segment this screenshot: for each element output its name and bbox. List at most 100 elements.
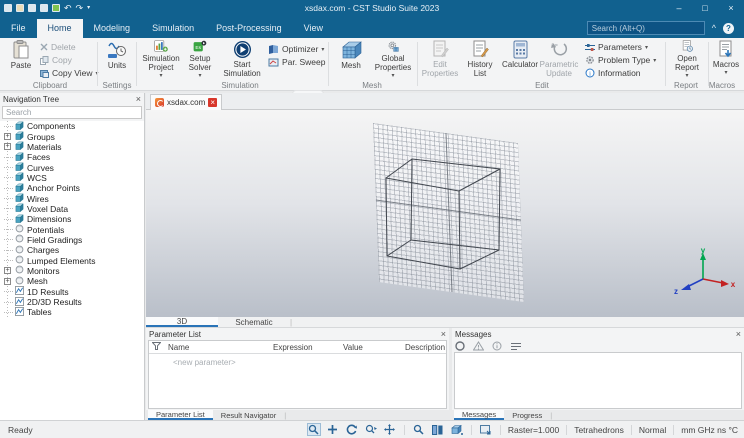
tab-parameter-list[interactable]: Parameter List	[148, 410, 213, 420]
start-simulation-button[interactable]: Start Simulation	[220, 40, 264, 80]
tree-item-tables[interactable]: Tables	[0, 306, 144, 317]
expand-icon[interactable]: +	[4, 133, 11, 141]
pan-icon[interactable]	[326, 423, 340, 436]
setup-solver-button[interactable]: Es Setup Solver ▾	[182, 40, 218, 80]
screenshot-icon[interactable]	[479, 423, 493, 436]
optimizer-button[interactable]: Optimizer ▾	[268, 43, 324, 55]
tree-item-mesh[interactable]: + Mesh	[0, 276, 144, 286]
tab-schematic[interactable]: Schematic	[218, 317, 290, 327]
tree-item-groups[interactable]: + Groups	[0, 131, 144, 142]
close-tab-icon[interactable]: ×	[208, 98, 218, 107]
close-icon[interactable]: ×	[136, 94, 141, 104]
units-button[interactable]: Units	[100, 40, 134, 80]
tree-item-wires[interactable]: Wires	[0, 193, 144, 204]
expand-icon[interactable]: +	[4, 143, 11, 151]
open-report-button[interactable]: Open Report ▾	[668, 40, 706, 80]
tree-item-voxel-data[interactable]: Voxel Data	[0, 203, 144, 214]
simulation-project-button[interactable]: Simulation Project ▾	[140, 40, 182, 80]
copy-view-button[interactable]: Copy View▾	[40, 67, 99, 79]
status-mesh-type[interactable]: Tetrahedrons	[574, 425, 624, 435]
open-file-icon[interactable]	[16, 4, 24, 12]
save-icon[interactable]	[28, 4, 36, 12]
history-list-button[interactable]: History List	[462, 40, 498, 80]
status-mode[interactable]: Normal	[639, 425, 666, 435]
tree-item-dimensions[interactable]: Dimensions	[0, 214, 144, 224]
global-properties-button[interactable]: Global Properties ▾	[372, 40, 414, 80]
copy-doc-icon[interactable]	[40, 4, 48, 12]
column-description[interactable]: Description	[401, 343, 445, 352]
tab-post-processing[interactable]: Post-Processing	[205, 19, 293, 38]
problem-type-button[interactable]: Problem Type ▾	[585, 54, 656, 66]
bounding-box-icon[interactable]	[450, 423, 464, 436]
filter-errors-icon[interactable]	[455, 341, 465, 351]
import-icon[interactable]	[52, 4, 60, 12]
edit-properties-button[interactable]: Edit Properties	[420, 40, 460, 80]
tree-item-curves[interactable]: Curves	[0, 162, 144, 173]
filter-icon[interactable]	[151, 342, 162, 350]
move-icon[interactable]	[383, 423, 397, 436]
redo-icon[interactable]: ↷	[76, 4, 84, 13]
minimize-button[interactable]: –	[666, 0, 692, 16]
column-name[interactable]: Name	[164, 343, 269, 352]
tab-progress[interactable]: Progress	[504, 410, 550, 420]
information-button[interactable]: i Information	[585, 67, 641, 79]
new-file-icon[interactable]	[4, 4, 12, 12]
tab-view[interactable]: View	[293, 19, 334, 38]
split-view-icon[interactable]	[431, 423, 445, 436]
tree-item-materials[interactable]: + Materials	[0, 141, 144, 152]
tree-item-faces[interactable]: Faces	[0, 152, 144, 162]
delete-button[interactable]: Delete	[40, 41, 76, 53]
warning-icon[interactable]	[473, 341, 484, 351]
ribbon-search[interactable]	[586, 21, 705, 35]
tree-item-1d-results[interactable]: 1D Results	[0, 286, 144, 297]
tree-item-potentials[interactable]: Potentials	[0, 224, 144, 235]
mesh-view-button[interactable]: Mesh	[332, 40, 370, 80]
message-list-icon[interactable]	[510, 342, 522, 351]
tab-messages[interactable]: Messages	[454, 410, 505, 420]
new-parameter-row[interactable]: <new parameter>	[149, 354, 446, 367]
collapse-ribbon-icon[interactable]: ^	[712, 23, 716, 33]
tree-item-field-gradings[interactable]: Field Gradings	[0, 235, 144, 245]
ribbon-search-input[interactable]	[591, 23, 702, 33]
macros-button[interactable]: Macros ▾	[710, 40, 742, 80]
tree-item-anchor-points[interactable]: Anchor Points	[0, 183, 144, 193]
status-units[interactable]: mm GHz ns °C	[681, 425, 738, 435]
calculator-button[interactable]: Calculator	[499, 40, 541, 80]
tree-item-wcs[interactable]: WCS	[0, 172, 144, 183]
zoom-icon[interactable]	[412, 423, 426, 436]
tree-search[interactable]	[2, 106, 142, 119]
tree-item-monitors[interactable]: + Monitors	[0, 266, 144, 276]
tab-modeling[interactable]: Modeling	[83, 19, 142, 38]
column-value[interactable]: Value	[339, 343, 401, 352]
expand-icon[interactable]: +	[4, 277, 11, 285]
viewport-3d[interactable]: y x z	[146, 110, 744, 317]
maximize-button[interactable]: □	[692, 0, 718, 16]
close-icon[interactable]: ×	[736, 329, 741, 339]
expand-icon[interactable]: +	[4, 267, 11, 275]
close-button[interactable]: ×	[718, 0, 744, 16]
help-icon[interactable]: ?	[723, 22, 734, 34]
column-expression[interactable]: Expression	[269, 343, 339, 352]
tab-file[interactable]: File	[0, 19, 37, 38]
tab-simulation[interactable]: Simulation	[141, 19, 205, 38]
tab-3d[interactable]: 3D	[146, 317, 218, 327]
par-sweep-button[interactable]: Par. Sweep	[268, 56, 325, 68]
copy-button[interactable]: Copy	[40, 54, 72, 66]
rotate-icon[interactable]	[345, 423, 359, 436]
tree-search-input[interactable]	[6, 108, 138, 117]
tree-item-components[interactable]: Components	[0, 121, 144, 131]
tab-home[interactable]: Home	[36, 19, 83, 38]
tree-item-lumped-elements[interactable]: Lumped Elements	[0, 255, 144, 266]
paste-button[interactable]: Paste	[4, 40, 38, 80]
parameters-button[interactable]: Parameters ▾	[585, 41, 648, 53]
tree-item-charges[interactable]: Charges	[0, 245, 144, 255]
document-tab[interactable]: xsdax.com ×	[150, 94, 223, 110]
qat-customize-icon[interactable]: ▾	[87, 4, 90, 12]
parametric-update-button[interactable]: a= Parametric Update	[538, 40, 580, 80]
zoom-select-icon[interactable]	[306, 423, 321, 436]
tree-item-2d3d-results[interactable]: 2D/3D Results	[0, 296, 144, 307]
info-icon[interactable]	[492, 341, 502, 351]
undo-icon[interactable]: ↶	[64, 4, 72, 13]
dynamic-zoom-icon[interactable]	[364, 423, 378, 436]
tab-result-navigator[interactable]: Result Navigator	[213, 410, 284, 420]
